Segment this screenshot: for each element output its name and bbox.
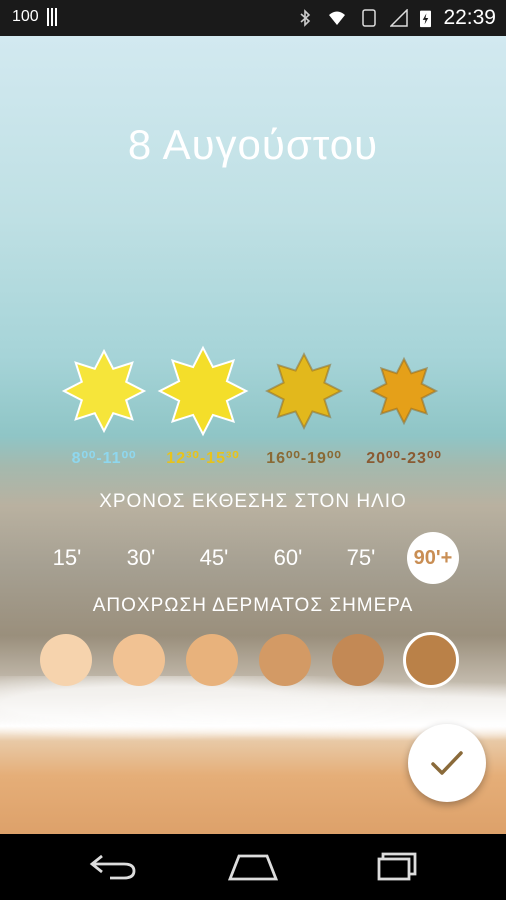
sim-icon — [362, 9, 377, 27]
skin-tone-swatch-4[interactable] — [259, 634, 311, 686]
battery-level-text: 100 — [12, 8, 39, 25]
recents-icon — [377, 852, 417, 881]
sun-icon — [369, 356, 439, 426]
exposure-option-90-plus[interactable]: 90'+ — [407, 532, 459, 584]
sun-core — [283, 370, 325, 412]
skin-tone-swatch-1[interactable] — [40, 634, 92, 686]
sun-period-evening[interactable]: 20⁰⁰-23⁰⁰ — [344, 336, 464, 476]
bluetooth-icon — [300, 9, 311, 27]
exposure-title: ΧΡΟΝΟΣ ΕΚΘΕΣΗΣ ΣΤΟΝ ΗΛΙΟ — [99, 491, 407, 512]
skin-tone-title: ΑΠΟΧΡΩΣΗ ΔΕΡΜΑΤΟΣ ΣΗΜΕΡΑ — [92, 595, 414, 616]
sun-core — [386, 373, 422, 409]
exposure-option-60[interactable]: 60' — [262, 532, 314, 584]
home-icon — [227, 854, 279, 881]
wifi-icon — [329, 11, 346, 25]
sun-tracker-screen: 8 Αυγούστου 8⁰⁰-11⁰⁰ 12³⁰-15³⁰ 16⁰⁰-19⁰⁰… — [0, 36, 506, 834]
skin-tone-swatch-6[interactable] — [403, 632, 459, 688]
sun-core — [82, 369, 126, 413]
clock: 22:39 — [443, 6, 496, 29]
skin-tone-swatch-3[interactable] — [186, 634, 238, 686]
status-right: 22:39 — [296, 6, 496, 30]
exposure-option-75[interactable]: 75' — [335, 532, 387, 584]
confirm-button[interactable] — [408, 724, 486, 802]
home-button[interactable] — [223, 848, 283, 886]
status-bar: 100 22:39 — [0, 0, 506, 36]
signal-icon — [390, 9, 409, 27]
sun-period-selector: 8⁰⁰-11⁰⁰ 12³⁰-15³⁰ 16⁰⁰-19⁰⁰ 20⁰⁰-23⁰⁰ — [0, 336, 506, 476]
back-button[interactable] — [83, 848, 143, 886]
skin-tone-swatch-2[interactable] — [113, 634, 165, 686]
sun-core — [179, 367, 227, 415]
exposure-option-15[interactable]: 15' — [41, 532, 93, 584]
recents-button[interactable] — [364, 848, 424, 886]
date-title: 8 Αυγούστου — [127, 121, 379, 168]
check-icon — [431, 751, 463, 775]
skin-tone-swatch-5[interactable] — [332, 634, 384, 686]
exposure-options: 15' 30' 45' 60' 75' 90'+ — [0, 532, 506, 584]
back-icon — [89, 854, 136, 880]
exposure-option-30[interactable]: 30' — [115, 532, 167, 584]
battery-charging-icon — [420, 10, 432, 28]
sun-period-label: 20⁰⁰-23⁰⁰ — [366, 450, 442, 467]
skin-tone-options — [0, 632, 506, 688]
navigation-bar — [0, 834, 506, 900]
status-left: 100 — [12, 8, 59, 26]
barcode-icon — [46, 8, 59, 26]
exposure-option-45[interactable]: 45' — [188, 532, 240, 584]
